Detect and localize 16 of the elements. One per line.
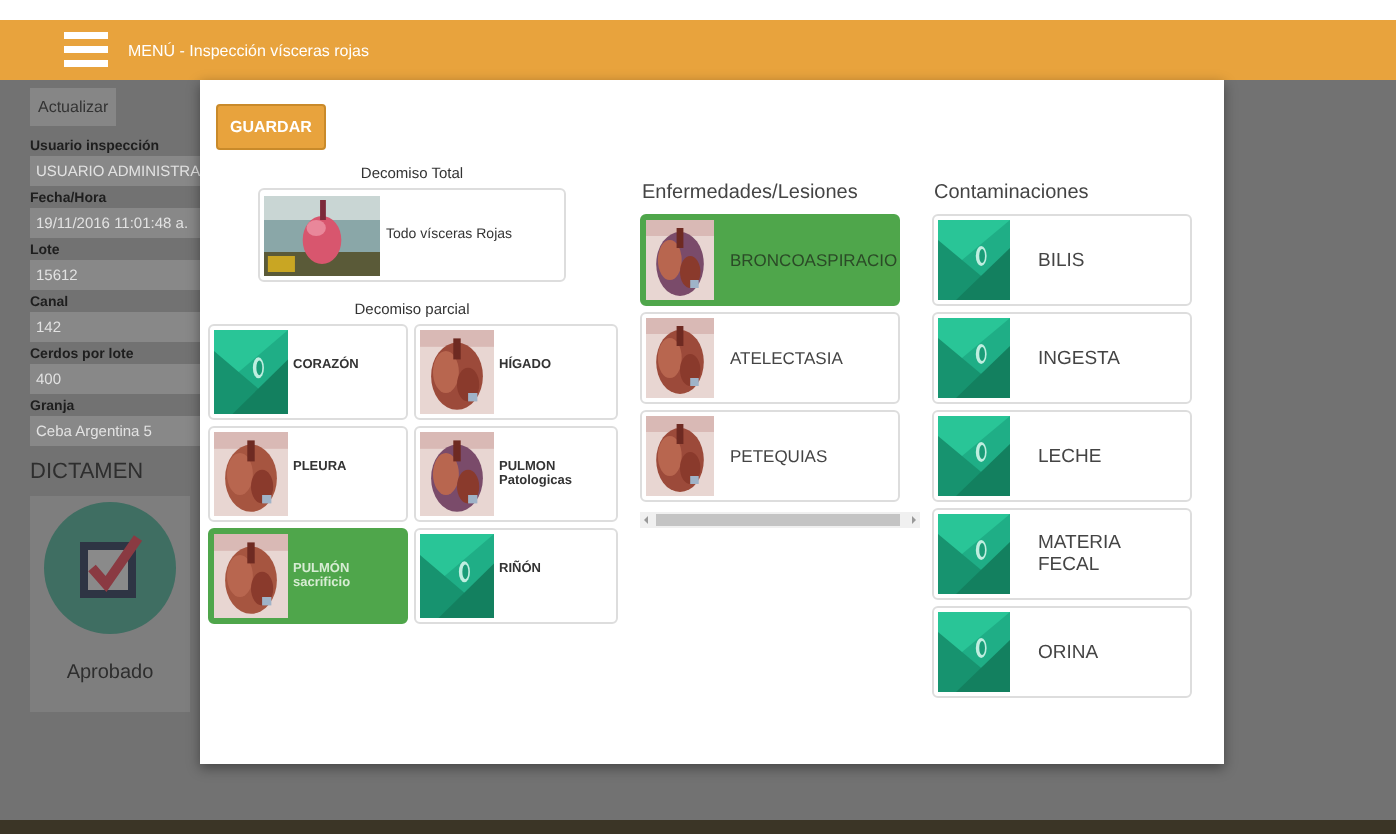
refresh-button[interactable]: Actualizar	[30, 88, 117, 126]
option-card[interactable]: LECHE	[932, 410, 1192, 502]
section-heading: Contaminaciones	[932, 182, 1091, 204]
option-card[interactable]: BILIS	[932, 214, 1192, 306]
scrollbar[interactable]	[640, 512, 920, 528]
verdict-label: Aprobado	[66, 662, 154, 684]
option-card[interactable]: MATERIA FECAL	[932, 508, 1192, 600]
option-card[interactable]: ATELECTASIA	[640, 312, 900, 404]
checkbox-icon	[44, 502, 176, 634]
page-title: MENÚ - Inspección vísceras rojas	[128, 41, 369, 59]
section-heading: DICTAMEN	[30, 460, 146, 484]
option-card[interactable]: PETEQUIAS	[640, 410, 900, 502]
section-heading: Enfermedades/Lesiones	[640, 182, 860, 204]
menu-icon[interactable]	[64, 30, 108, 70]
option-card[interactable]: ORINA	[932, 606, 1192, 698]
option-card[interactable]: INGESTA	[932, 312, 1192, 404]
